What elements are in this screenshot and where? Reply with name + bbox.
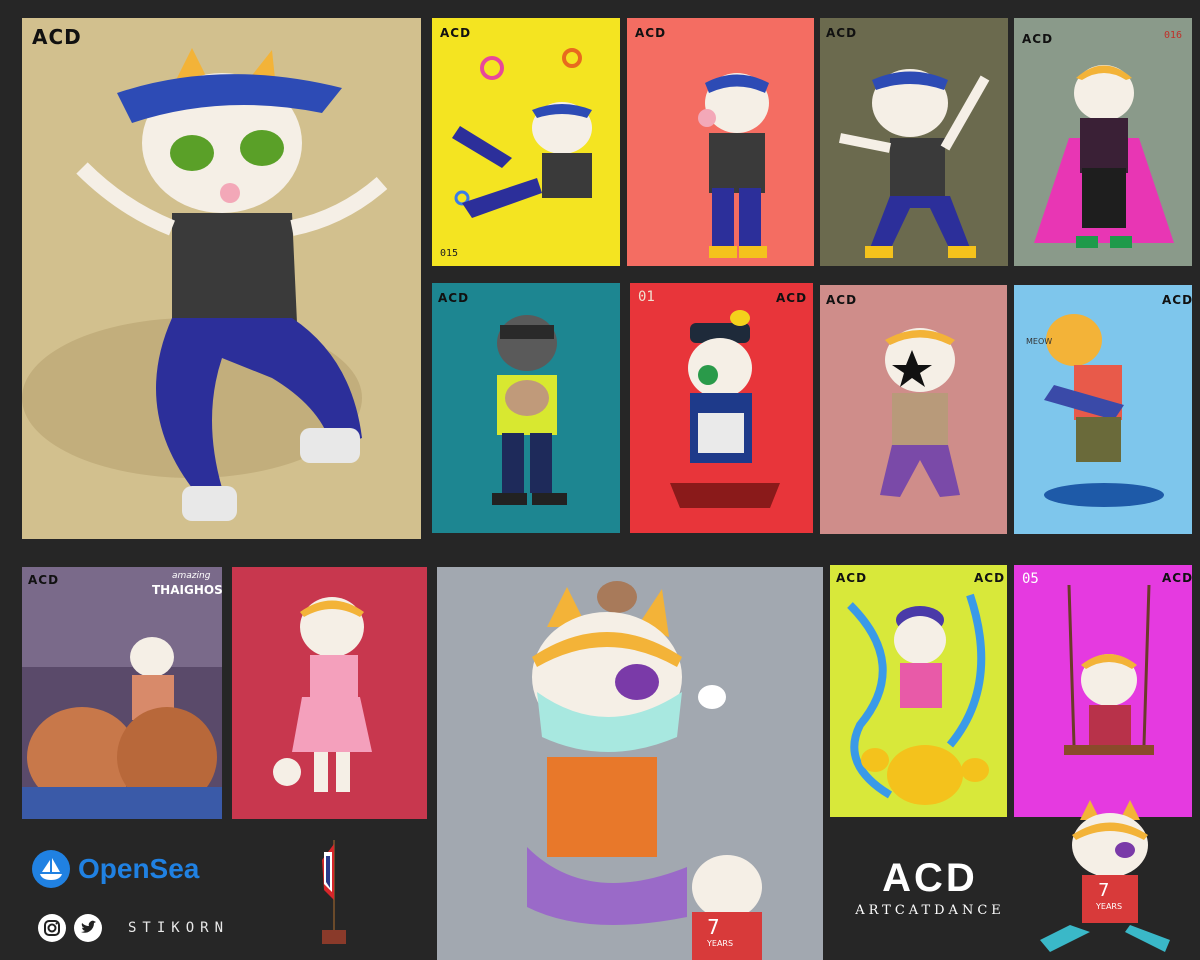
artwork-card-teal[interactable]: ACD (432, 283, 620, 533)
cat-on-swing-illustration (1064, 584, 1154, 755)
thai-flag-icon (310, 830, 358, 950)
opensea-link[interactable]: OpenSea (32, 850, 199, 888)
brand-block: ACD ARTCATDANCE (846, 856, 1014, 918)
bubblegum-cat-illustration (698, 73, 769, 258)
artwork-card-dancing-cat[interactable]: ACD (22, 18, 421, 539)
edition-number: 016 (1164, 30, 1183, 41)
acd-logo: ACD (32, 25, 82, 49)
acd-logo: ACD (28, 573, 60, 587)
edition-number: 05 (1022, 571, 1039, 587)
social-links: STIKORN (38, 914, 229, 942)
shirt-years-number: 7 (707, 915, 720, 939)
artwork-card-yellow[interactable]: ACD 015 (432, 18, 620, 266)
acd-logo: ACD (1162, 293, 1192, 307)
poster-title: THAIGHOST (152, 583, 222, 597)
opensea-label: OpenSea (78, 853, 200, 884)
dancing-cat-illustration (22, 48, 388, 521)
acd-logo: ACD (440, 26, 472, 40)
brand-name: ARTCATDANCE (855, 903, 1005, 918)
posing-cat-illustration (839, 69, 990, 258)
artwork-card-masked-cat[interactable]: 7 YEARS (437, 567, 823, 960)
acd-logo: ACD (776, 291, 808, 305)
shirt-years-number: 7 (1098, 880, 1110, 901)
acd-logo: ACD (836, 571, 868, 585)
artwork-card-salmon[interactable]: ACD (627, 18, 814, 266)
edition-number: 015 (440, 248, 459, 259)
cat-with-rubber-ducks-illustration (847, 593, 989, 805)
shirt-years-label: YEARS (1096, 902, 1123, 911)
instagram-icon[interactable] (38, 914, 66, 942)
artwork-card-red[interactable]: 01 ACD (630, 283, 813, 533)
pink-dress-cat-illustration (273, 597, 372, 792)
acd-logo: ACD (1162, 571, 1192, 585)
acd-logo: ACD (826, 293, 858, 307)
thaighost-illustration (22, 567, 222, 819)
caped-cat-illustration (1034, 65, 1174, 248)
twitter-icon[interactable] (74, 914, 102, 942)
artwork-card-crimson[interactable] (232, 567, 427, 819)
meow-text: MEOW (1026, 337, 1053, 346)
edition-number: 01 (638, 289, 655, 305)
skateboarding-cat-illustration (1044, 314, 1164, 507)
acd-logo: ACD (438, 291, 470, 305)
artwork-card-olive[interactable]: ACD (820, 18, 1008, 266)
acd-logo: ACD (1022, 32, 1054, 46)
artwork-card-pink-cape[interactable]: ACD 016 (1014, 18, 1192, 266)
brand-logo: ACD (882, 856, 978, 900)
artwork-card-swing[interactable]: 05 ACD (1014, 565, 1192, 817)
artwork-card-thaighost[interactable]: ACD amazing THAIGHOST (22, 567, 222, 819)
star-face-cat-illustration (880, 328, 960, 497)
acd-logo: ACD (826, 26, 858, 40)
cat-holding-kitten-illustration (492, 315, 567, 505)
artwork-seated-cat: 7 YEARS (1030, 800, 1190, 960)
acd-logo: ACD (635, 26, 667, 40)
sitting-cat-illustration (670, 310, 780, 508)
artwork-card-rose[interactable]: ACD (820, 285, 1007, 534)
shirt-years-label: YEARS (707, 939, 734, 948)
cat-on-yellow-illustration (452, 48, 592, 218)
artwork-card-rubber-duck[interactable]: ACD ACD (830, 565, 1007, 817)
poster-subtitle: amazing (172, 571, 211, 581)
artist-handle[interactable]: STIKORN (128, 920, 229, 936)
opensea-icon (32, 850, 70, 888)
artwork-card-skateboard[interactable]: MEOW ACD (1014, 285, 1192, 534)
masked-cat-illustration (527, 581, 762, 960)
acd-logo: ACD (974, 571, 1006, 585)
